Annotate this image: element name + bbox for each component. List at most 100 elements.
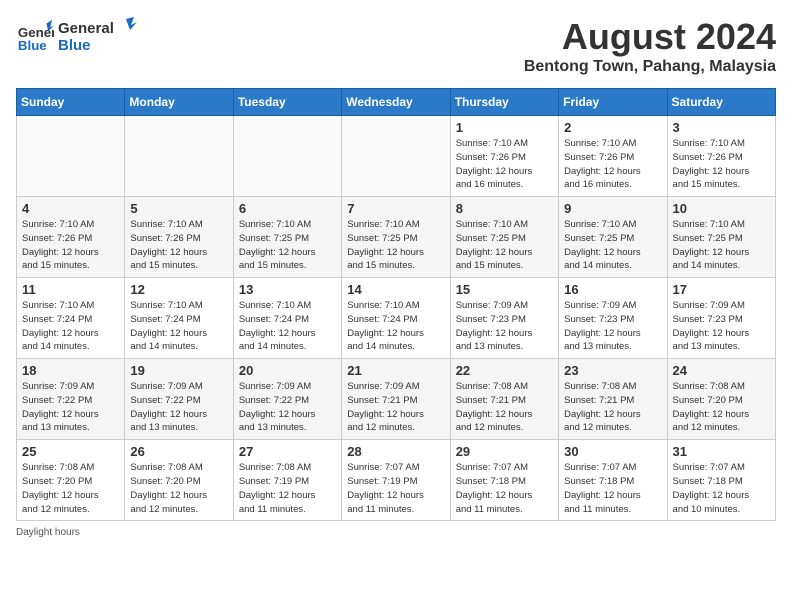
- day-number: 3: [673, 120, 770, 135]
- calendar-cell: 4Sunrise: 7:10 AM Sunset: 7:26 PM Daylig…: [17, 197, 125, 278]
- day-info: Sunrise: 7:10 AM Sunset: 7:26 PM Dayligh…: [564, 137, 661, 192]
- calendar-cell: 22Sunrise: 7:08 AM Sunset: 7:21 PM Dayli…: [450, 359, 558, 440]
- calendar-cell: 25Sunrise: 7:08 AM Sunset: 7:20 PM Dayli…: [17, 440, 125, 521]
- day-number: 15: [456, 282, 553, 297]
- day-number: 11: [22, 282, 119, 297]
- page-header: General Blue General Blue August 2024 Be…: [16, 16, 776, 76]
- calendar-cell: 13Sunrise: 7:10 AM Sunset: 7:24 PM Dayli…: [233, 278, 341, 359]
- day-info: Sunrise: 7:10 AM Sunset: 7:25 PM Dayligh…: [239, 218, 336, 273]
- day-number: 10: [673, 201, 770, 216]
- day-info: Sunrise: 7:10 AM Sunset: 7:25 PM Dayligh…: [673, 218, 770, 273]
- calendar-cell: 26 Sunrise: 7:08 AM Sunset: 7:20 PM Dayli…: [125, 440, 233, 521]
- title-block: August 2024 Bentong Town, Pahang, Malays…: [524, 16, 776, 76]
- calendar-cell: 2 Sunrise: 7:10 AM Sunset: 7:26 PM Daylig…: [559, 116, 667, 197]
- page-subtitle: Bentong Town, Pahang, Malaysia: [524, 58, 776, 76]
- day-number: 2: [564, 120, 661, 135]
- calendar-cell: 12Sunrise: 7:10 AM Sunset: 7:24 PM Dayli…: [125, 278, 233, 359]
- day-info: Sunrise: 7:10 AM Sunset: 7:25 PM Dayligh…: [564, 218, 661, 273]
- page-title: August 2024: [524, 16, 776, 58]
- day-info: Sunrise: 7:10 AM Sunset: 7:24 PM Dayligh…: [130, 299, 227, 354]
- calendar-cell: 16Sunrise: 7:09 AM Sunset: 7:23 PM Dayli…: [559, 278, 667, 359]
- day-number: 18: [22, 363, 119, 378]
- day-number: 31: [673, 444, 770, 459]
- day-number: 8: [456, 201, 553, 216]
- day-header-monday: Monday: [125, 89, 233, 116]
- day-number: 5: [130, 201, 227, 216]
- calendar-cell: 27 Sunrise: 7:08 AM Sunset: 7:19 PM Dayli…: [233, 440, 341, 521]
- calendar-cell: 1 Sunrise: 7:10 AM Sunset: 7:26 PM Daylig…: [450, 116, 558, 197]
- day-info: Sunrise: 7:08 AM Sunset: 7:19 PM Dayligh…: [239, 461, 336, 516]
- calendar-cell: 8 Sunrise: 7:10 AM Sunset: 7:25 PM Daylig…: [450, 197, 558, 278]
- day-info: Sunrise: 7:07 AM Sunset: 7:19 PM Dayligh…: [347, 461, 444, 516]
- day-info: Sunrise: 7:09 AM Sunset: 7:23 PM Dayligh…: [673, 299, 770, 354]
- day-info: Sunrise: 7:09 AM Sunset: 7:22 PM Dayligh…: [130, 380, 227, 435]
- calendar-week-3: 11 Sunrise: 7:10 AM Sunset: 7:24 PM Dayli…: [17, 278, 776, 359]
- day-info: Sunrise: 7:08 AM Sunset: 7:20 PM Dayligh…: [673, 380, 770, 435]
- calendar-cell: 30 Sunrise: 7:07 AM Sunset: 7:18 PM Dayli…: [559, 440, 667, 521]
- day-info: Sunrise: 7:10 AM Sunset: 7:24 PM Dayligh…: [347, 299, 444, 354]
- day-info: Sunrise: 7:10 AM Sunset: 7:25 PM Dayligh…: [456, 218, 553, 273]
- day-info: Sunrise: 7:07 AM Sunset: 7:18 PM Dayligh…: [456, 461, 553, 516]
- day-header-thursday: Thursday: [450, 89, 558, 116]
- day-header-tuesday: Tuesday: [233, 89, 341, 116]
- calendar-cell: [342, 116, 450, 197]
- calendar-cell: [233, 116, 341, 197]
- calendar-cell: 3 Sunrise: 7:10 AM Sunset: 7:26 PM Daylig…: [667, 116, 775, 197]
- day-number: 17: [673, 282, 770, 297]
- day-number: 19: [130, 363, 227, 378]
- calendar-week-4: 18 Sunrise: 7:09 AM Sunset: 7:22 PM Dayli…: [17, 359, 776, 440]
- day-number: 1: [456, 120, 553, 135]
- logo-icon: General Blue: [16, 16, 54, 54]
- day-number: 29: [456, 444, 553, 459]
- day-header-sunday: Sunday: [17, 89, 125, 116]
- calendar-cell: 7Sunrise: 7:10 AM Sunset: 7:25 PM Daylig…: [342, 197, 450, 278]
- day-info: Sunrise: 7:10 AM Sunset: 7:26 PM Dayligh…: [456, 137, 553, 192]
- day-info: Sunrise: 7:07 AM Sunset: 7:18 PM Dayligh…: [564, 461, 661, 516]
- day-number: 27: [239, 444, 336, 459]
- day-info: Sunrise: 7:07 AM Sunset: 7:18 PM Dayligh…: [673, 461, 770, 516]
- day-info: Sunrise: 7:08 AM Sunset: 7:21 PM Dayligh…: [564, 380, 661, 435]
- calendar-cell: 19 Sunrise: 7:09 AM Sunset: 7:22 PM Dayli…: [125, 359, 233, 440]
- calendar-header: SundayMondayTuesdayWednesdayThursdayFrid…: [17, 89, 776, 116]
- calendar-cell: [125, 116, 233, 197]
- svg-text:General: General: [58, 20, 114, 37]
- day-info: Sunrise: 7:09 AM Sunset: 7:22 PM Dayligh…: [239, 380, 336, 435]
- calendar-week-5: 25Sunrise: 7:08 AM Sunset: 7:20 PM Dayli…: [17, 440, 776, 521]
- day-number: 6: [239, 201, 336, 216]
- day-number: 23: [564, 363, 661, 378]
- logo-text: General Blue: [58, 17, 138, 53]
- day-info: Sunrise: 7:08 AM Sunset: 7:21 PM Dayligh…: [456, 380, 553, 435]
- day-number: 16: [564, 282, 661, 297]
- day-number: 13: [239, 282, 336, 297]
- calendar-cell: 29 Sunrise: 7:07 AM Sunset: 7:18 PM Dayli…: [450, 440, 558, 521]
- svg-text:Blue: Blue: [18, 38, 47, 53]
- day-number: 24: [673, 363, 770, 378]
- calendar-cell: 10 Sunrise: 7:10 AM Sunset: 7:25 PM Dayli…: [667, 197, 775, 278]
- day-number: 30: [564, 444, 661, 459]
- day-info: Sunrise: 7:09 AM Sunset: 7:22 PM Dayligh…: [22, 380, 119, 435]
- header-row: SundayMondayTuesdayWednesdayThursdayFrid…: [17, 89, 776, 116]
- day-info: Sunrise: 7:09 AM Sunset: 7:21 PM Dayligh…: [347, 380, 444, 435]
- daylight-label: Daylight hours: [16, 527, 80, 538]
- day-number: 26: [130, 444, 227, 459]
- calendar-week-2: 4Sunrise: 7:10 AM Sunset: 7:26 PM Daylig…: [17, 197, 776, 278]
- calendar-cell: 14Sunrise: 7:10 AM Sunset: 7:24 PM Dayli…: [342, 278, 450, 359]
- calendar-cell: 21 Sunrise: 7:09 AM Sunset: 7:21 PM Dayli…: [342, 359, 450, 440]
- svg-text:Blue: Blue: [58, 37, 91, 53]
- day-header-wednesday: Wednesday: [342, 89, 450, 116]
- calendar-cell: 20Sunrise: 7:09 AM Sunset: 7:22 PM Dayli…: [233, 359, 341, 440]
- footer-note: Daylight hours: [16, 527, 776, 538]
- day-header-friday: Friday: [559, 89, 667, 116]
- day-number: 9: [564, 201, 661, 216]
- calendar-cell: 5Sunrise: 7:10 AM Sunset: 7:26 PM Daylig…: [125, 197, 233, 278]
- day-info: Sunrise: 7:08 AM Sunset: 7:20 PM Dayligh…: [130, 461, 227, 516]
- day-number: 21: [347, 363, 444, 378]
- calendar-cell: [17, 116, 125, 197]
- day-number: 4: [22, 201, 119, 216]
- day-info: Sunrise: 7:09 AM Sunset: 7:23 PM Dayligh…: [456, 299, 553, 354]
- logo: General Blue General Blue: [16, 16, 138, 54]
- calendar-cell: 24 Sunrise: 7:08 AM Sunset: 7:20 PM Dayli…: [667, 359, 775, 440]
- calendar-cell: 18 Sunrise: 7:09 AM Sunset: 7:22 PM Dayli…: [17, 359, 125, 440]
- calendar-cell: 23 Sunrise: 7:08 AM Sunset: 7:21 PM Dayli…: [559, 359, 667, 440]
- day-info: Sunrise: 7:10 AM Sunset: 7:26 PM Dayligh…: [673, 137, 770, 192]
